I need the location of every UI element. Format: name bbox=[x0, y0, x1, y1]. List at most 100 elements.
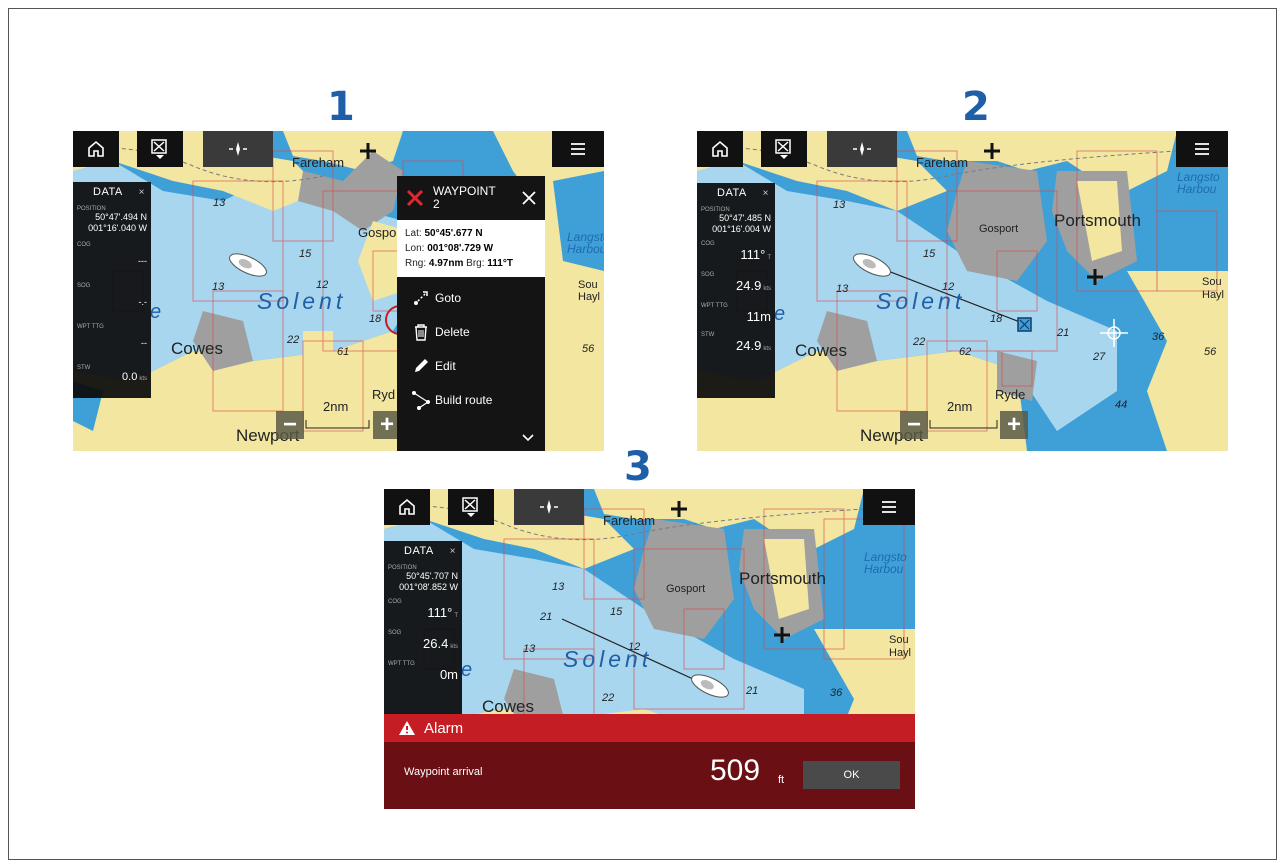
chart-screen-1: Fareham Gospo Cowes Newport Ryd Solent e… bbox=[73, 131, 604, 451]
depth-sounding: 12 bbox=[628, 641, 641, 653]
wpt-ttg-label: WPT TTG bbox=[388, 661, 415, 667]
position-lon: 001°16'.004 W bbox=[712, 224, 771, 234]
find-ship-button[interactable] bbox=[514, 489, 584, 525]
depth-sounding: 56 bbox=[1204, 346, 1217, 358]
data-panel-close-button[interactable]: × bbox=[763, 188, 769, 199]
stw-label: STW bbox=[701, 332, 715, 338]
label-cowes: Cowes bbox=[795, 341, 847, 360]
data-panel-close-button[interactable]: × bbox=[139, 187, 145, 198]
waypoint-flag-icon bbox=[775, 139, 791, 159]
wpt-ttg-value: -- bbox=[141, 338, 147, 348]
menu-item-delete[interactable]: Delete bbox=[397, 315, 545, 349]
depth-sounding: 22 bbox=[287, 334, 300, 346]
label-solent-e: e bbox=[774, 303, 790, 325]
ok-button[interactable]: OK bbox=[803, 761, 900, 789]
scale-bar bbox=[305, 420, 370, 429]
home-button[interactable] bbox=[697, 131, 743, 167]
menu-button[interactable] bbox=[863, 489, 915, 525]
label-ryde: Ryde bbox=[995, 387, 1026, 402]
waypoint-number: 2 bbox=[433, 197, 440, 211]
home-icon bbox=[399, 498, 415, 515]
depth-sounding: 18 bbox=[369, 313, 382, 325]
waypoint-button[interactable] bbox=[137, 131, 183, 167]
stw-value: 0.0 kts bbox=[122, 371, 147, 383]
stw-label: STW bbox=[77, 365, 91, 371]
zoom-out-button[interactable]: − bbox=[900, 411, 928, 439]
menu-button[interactable] bbox=[552, 131, 604, 167]
depth-sounding: 13 bbox=[213, 197, 226, 209]
step-number-2: 2 bbox=[962, 84, 990, 130]
find-ship-button[interactable] bbox=[203, 131, 273, 167]
depth-sounding: 22 bbox=[913, 336, 926, 348]
waypoint-bearing: 111°T bbox=[487, 258, 513, 269]
sog-label: SOG bbox=[77, 283, 91, 289]
depth-sounding: 44 bbox=[1115, 399, 1128, 411]
alarm-message: Waypoint arrival bbox=[404, 766, 483, 778]
hamburger-menu-icon bbox=[1195, 143, 1209, 155]
position-lon: 001°08'.852 W bbox=[399, 582, 458, 592]
data-panel-title: DATA bbox=[404, 545, 434, 557]
label-solent-e: e bbox=[150, 301, 166, 323]
sog-value: 24.9 kts bbox=[736, 278, 771, 293]
label-south-hayling: Hayl bbox=[889, 647, 912, 659]
find-ship-icon bbox=[540, 500, 558, 514]
label-south-hayling: Sou bbox=[578, 279, 598, 291]
depth-sounding: 21 bbox=[746, 685, 759, 697]
position-lat: 50°47'.485 N bbox=[719, 213, 771, 223]
data-panel-title: DATA bbox=[717, 187, 747, 199]
cog-label: COG bbox=[701, 241, 715, 247]
depth-sounding: 15 bbox=[923, 248, 936, 260]
range-label: Rng: bbox=[405, 258, 427, 269]
label-solent-e: e bbox=[461, 659, 477, 681]
zoom-in-button[interactable]: + bbox=[1000, 411, 1028, 439]
close-icon[interactable] bbox=[521, 190, 537, 206]
depth-sounding: 22 bbox=[602, 692, 615, 704]
cog-value: --- bbox=[138, 256, 147, 266]
alarm-distance-value: 509 bbox=[710, 754, 761, 787]
sog-value: 26.4 kts bbox=[423, 636, 458, 651]
wpt-ttg-label: WPT TTG bbox=[701, 303, 728, 309]
home-icon bbox=[88, 140, 104, 157]
depth-sounding: 18 bbox=[990, 313, 1003, 325]
find-ship-button[interactable] bbox=[827, 131, 897, 167]
cog-value: 111° T bbox=[740, 247, 771, 262]
menu-button[interactable] bbox=[1176, 131, 1228, 167]
alarm-distance-unit: ft bbox=[778, 774, 785, 786]
scale-label: 2nm bbox=[323, 399, 349, 414]
home-button[interactable] bbox=[73, 131, 119, 167]
zoom-out-button[interactable]: − bbox=[276, 411, 304, 439]
depth-sounding: 56 bbox=[582, 343, 595, 355]
label-portsmouth: Portsmouth bbox=[739, 569, 826, 588]
depth-sounding: 13 bbox=[836, 283, 849, 295]
depth-sounding: 12 bbox=[316, 279, 329, 291]
data-panel-close-button[interactable]: × bbox=[450, 546, 456, 557]
label-south-hayling: Hayl bbox=[578, 291, 601, 303]
chevron-down-icon[interactable] bbox=[521, 433, 535, 443]
depth-sounding: 13 bbox=[552, 581, 565, 593]
home-button[interactable] bbox=[384, 489, 430, 525]
depth-sounding: 62 bbox=[959, 346, 972, 358]
goto-label: Goto bbox=[435, 291, 462, 305]
hamburger-menu-icon bbox=[571, 143, 585, 155]
data-panel-title: DATA bbox=[93, 186, 123, 198]
depth-sounding: 12 bbox=[942, 281, 955, 293]
depth-sounding: 36 bbox=[830, 687, 843, 699]
waypoint-range: 4.97nm bbox=[428, 258, 464, 269]
menu-item-edit[interactable]: Edit bbox=[397, 349, 545, 383]
find-ship-icon bbox=[229, 142, 247, 156]
waypoint-title: WAYPOINT bbox=[433, 184, 496, 198]
label-harbour: Harbou bbox=[864, 562, 904, 576]
menu-item-goto[interactable]: Goto bbox=[397, 281, 545, 315]
waypoint-button[interactable] bbox=[761, 131, 807, 167]
menu-item-build-route[interactable]: Build route bbox=[397, 383, 545, 417]
waypoint-lat: 50°45'.677 N bbox=[424, 228, 483, 239]
bearing-label: Brg: bbox=[466, 258, 485, 269]
pencil-icon bbox=[415, 359, 428, 372]
position-lat: 50°47'.494 N bbox=[95, 212, 147, 222]
position-label: POSITION bbox=[77, 206, 106, 212]
data-overlay-panel: DATA × POSITION 50°47'.485 N 001°16'.004 … bbox=[697, 183, 775, 398]
waypoint-button[interactable] bbox=[448, 489, 494, 525]
sog-label: SOG bbox=[388, 630, 402, 636]
depth-sounding: 36 bbox=[1152, 331, 1165, 343]
chart-screen-2: Fareham Gosport Portsmouth Cowes Newport… bbox=[697, 131, 1228, 451]
